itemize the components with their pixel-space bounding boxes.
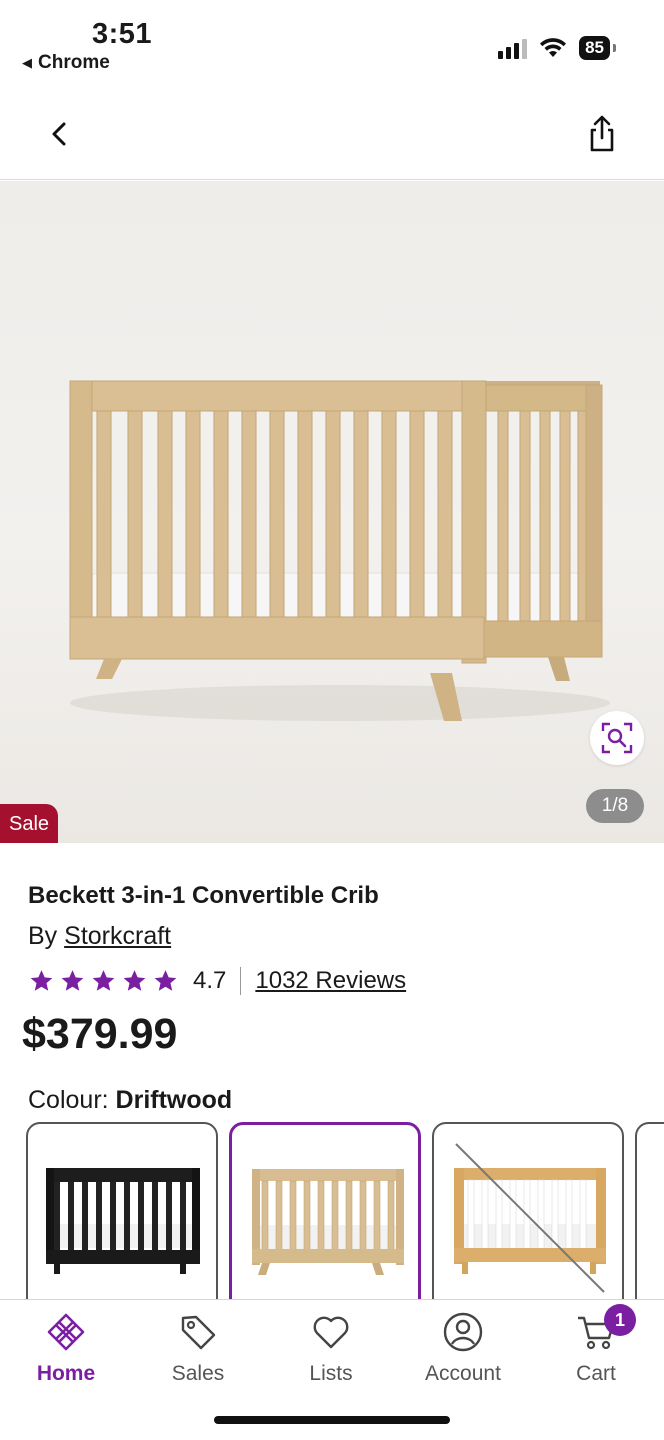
swatch-next-partial[interactable] — [635, 1122, 664, 1300]
colour-value: Driftwood — [115, 1086, 233, 1114]
nav-header — [0, 90, 664, 180]
star-rating — [28, 968, 179, 994]
swatch-black[interactable] — [26, 1122, 218, 1300]
tag-icon — [138, 1310, 258, 1354]
nav-account-label: Account — [425, 1362, 501, 1385]
product-price: $379.99 — [22, 1010, 178, 1058]
brand-line: By Storkcraft — [28, 922, 171, 951]
by-label: By — [28, 922, 58, 950]
status-bar: 3:51 ◀ Chrome 85 — [0, 0, 664, 90]
sale-badge: Sale — [0, 804, 58, 843]
nav-home-label: Home — [36, 1362, 96, 1385]
nav-lists-label: Lists — [309, 1362, 353, 1385]
product-image-gallery[interactable]: 1/8 Sale — [0, 181, 664, 843]
cart-count-badge: 1 — [604, 1304, 636, 1336]
zoom-icon — [601, 722, 633, 754]
swatch-driftwood[interactable] — [229, 1122, 421, 1300]
status-icons: 85 — [498, 36, 616, 60]
star-icon — [92, 970, 115, 991]
nav-lists[interactable]: Lists — [271, 1310, 391, 1386]
home-indicator — [214, 1416, 450, 1424]
battery-indicator: 85 — [579, 36, 616, 60]
nav-cart[interactable]: 1 Cart — [536, 1304, 656, 1386]
zoom-button[interactable] — [590, 711, 644, 765]
star-icon — [154, 970, 177, 991]
wifi-icon — [540, 38, 567, 57]
home-logo-icon — [6, 1310, 126, 1354]
back-button[interactable] — [40, 112, 80, 156]
share-button[interactable] — [580, 112, 624, 156]
product-title: Beckett 3-in-1 Convertible Crib — [28, 882, 379, 909]
colour-label: Colour: — [28, 1086, 109, 1114]
cellular-signal-icon — [498, 37, 528, 59]
cart-icon — [536, 1310, 656, 1354]
brand-link[interactable]: Storkcraft — [64, 922, 171, 950]
product-image — [69, 380, 610, 721]
colour-line: Colour: Driftwood — [28, 1086, 232, 1115]
back-to-app-link[interactable]: ◀ Chrome — [22, 52, 110, 74]
swatch-image-driftwood — [252, 1169, 404, 1275]
bottom-nav: Home Sales Lists Account 1 Cart — [0, 1299, 664, 1440]
nav-sales[interactable]: Sales — [138, 1310, 258, 1386]
nav-home[interactable]: Home — [6, 1310, 126, 1386]
rating-row: 4.7 1032 Reviews — [28, 964, 406, 998]
swatch-image-black — [46, 1168, 200, 1274]
rating-divider — [240, 967, 242, 995]
status-time: 3:51 — [92, 18, 153, 50]
star-icon — [123, 970, 146, 991]
back-triangle-icon: ◀ — [22, 55, 32, 70]
nav-account[interactable]: Account — [403, 1310, 523, 1386]
swatch-image-white-natural — [454, 1143, 606, 1293]
reviews-link[interactable]: 1032 Reviews — [255, 967, 406, 995]
heart-icon — [271, 1310, 391, 1354]
nav-cart-label: Cart — [576, 1362, 616, 1385]
star-icon — [30, 970, 53, 991]
colour-swatches — [0, 1122, 664, 1300]
back-app-label: Chrome — [38, 52, 110, 73]
chevron-left-icon — [52, 122, 66, 146]
share-icon — [590, 115, 614, 152]
star-icon — [61, 970, 84, 991]
nav-sales-label: Sales — [171, 1362, 225, 1385]
account-icon — [403, 1310, 523, 1354]
swatch-white-natural[interactable] — [432, 1122, 624, 1300]
image-counter: 1/8 — [586, 789, 644, 823]
rating-value: 4.7 — [193, 967, 227, 994]
